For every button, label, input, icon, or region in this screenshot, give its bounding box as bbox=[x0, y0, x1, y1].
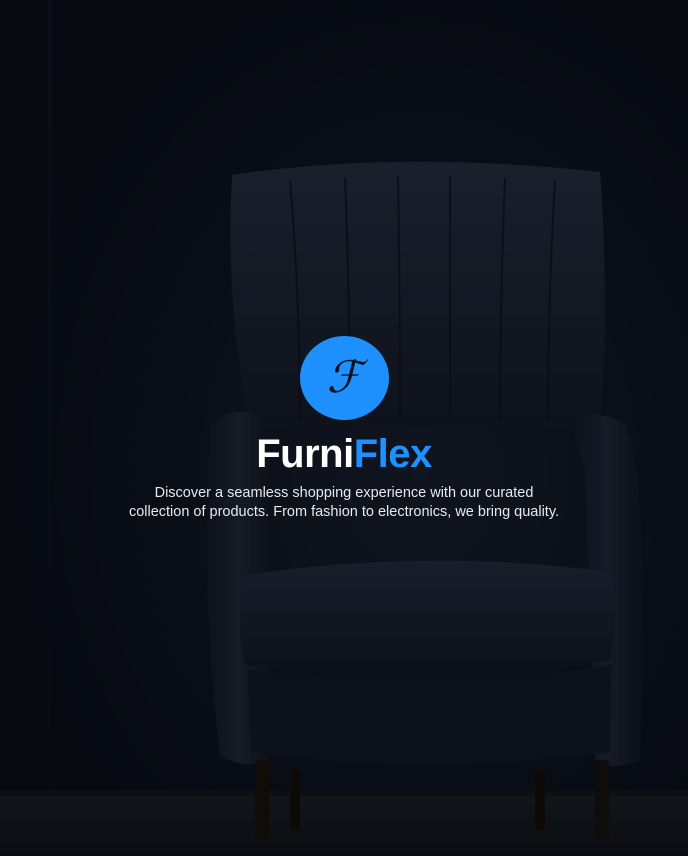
brand-name-part1: Furni bbox=[256, 432, 354, 476]
brand-block: ℱ FurniFlex Discover a seamless shopping… bbox=[0, 336, 688, 522]
hero-section: ℱ FurniFlex Discover a seamless shopping… bbox=[0, 0, 688, 856]
hero-tagline: Discover a seamless shopping experience … bbox=[128, 485, 560, 520]
brand-name: FurniFlex bbox=[256, 430, 432, 478]
logo-icon: ℱ bbox=[299, 336, 389, 420]
brand-name-part2: Flex bbox=[353, 432, 433, 476]
